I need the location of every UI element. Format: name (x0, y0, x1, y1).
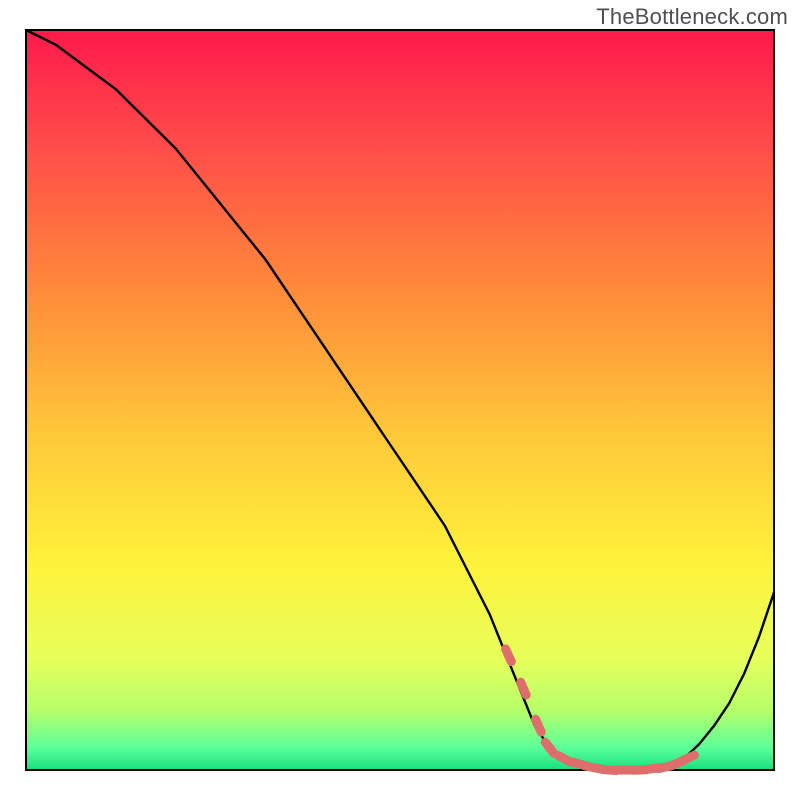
plot-background (26, 30, 774, 770)
valley-marker (521, 682, 527, 695)
bottleneck-chart (0, 0, 800, 800)
watermark-text: TheBottleneck.com (596, 4, 788, 30)
valley-marker (506, 649, 512, 662)
valley-marker (682, 755, 695, 761)
valley-marker (536, 719, 542, 732)
